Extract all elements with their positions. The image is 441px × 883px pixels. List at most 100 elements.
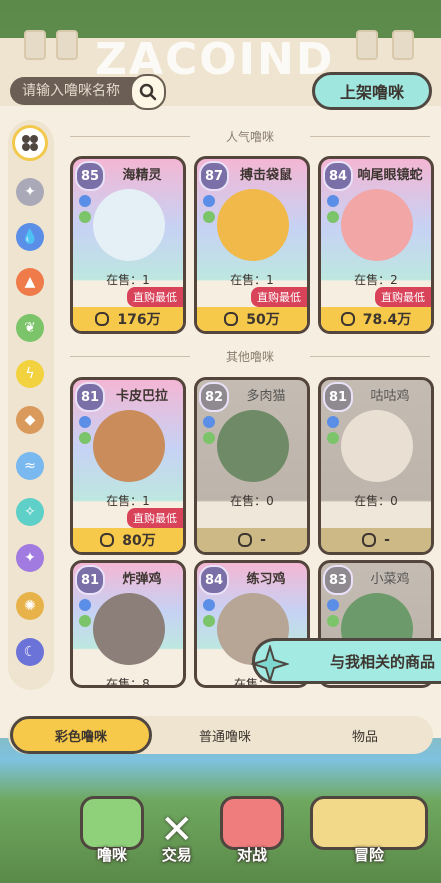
- popular-section-title: 人气噜咪: [70, 128, 430, 145]
- lumi-card[interactable]: 87 搏击袋鼠 在售：1 直购最低 50万: [194, 156, 310, 334]
- tab-color-lumi[interactable]: 彩色噜咪: [10, 716, 152, 754]
- other-section-title: 其他噜咪: [70, 348, 430, 365]
- price-value: 80万: [122, 533, 156, 549]
- filter-all-icon[interactable]: [12, 125, 48, 161]
- element-icon: [327, 599, 339, 611]
- lumi-nav-icon: [80, 796, 144, 850]
- tab-normal-lumi[interactable]: 普通噜咪: [160, 716, 290, 754]
- element-icon: [203, 416, 215, 428]
- element-icon: [203, 615, 215, 627]
- lumi-avatar: [217, 410, 289, 482]
- search-bar[interactable]: [10, 74, 166, 110]
- price-bar: 176万: [73, 307, 183, 331]
- lumi-card[interactable]: 84 响尾眼镜蛇 在售：2 直购最低 78.4万: [318, 156, 434, 334]
- bottom-nav: 噜咪 ✕ 交易 对战 冒险: [0, 788, 441, 883]
- stock-count: 在售：0: [230, 494, 274, 508]
- ice-element-icon[interactable]: ✧: [16, 498, 44, 526]
- level-badge: 82: [199, 382, 229, 412]
- nav-lumi-label: 噜咪: [96, 846, 127, 864]
- dark-element-icon[interactable]: ☾: [16, 638, 44, 666]
- stock-count: 在售：1: [106, 273, 150, 287]
- fire-element-icon[interactable]: ▲: [16, 268, 44, 296]
- element-icon: [203, 599, 215, 611]
- lumi-avatar: [93, 189, 165, 261]
- element-icon: [327, 195, 339, 207]
- lumi-name: 卡皮巴拉: [115, 389, 168, 404]
- element-icon: [79, 599, 91, 611]
- lumi-avatar: [93, 593, 165, 665]
- lumi-card[interactable]: 82 多肉猫 在售：0 -: [194, 377, 310, 555]
- lumi-card[interactable]: 81 咕咕鸡 在售：0 -: [318, 377, 434, 555]
- stock-count: 在售：0: [354, 494, 398, 508]
- lumi-name: 炸弹鸡: [122, 572, 162, 587]
- nav-lumi[interactable]: 噜咪: [80, 796, 144, 865]
- grass-element-icon[interactable]: ❦: [16, 314, 44, 342]
- normal-element-icon[interactable]: ✦: [16, 178, 44, 206]
- price-value: 78.4万: [362, 312, 412, 328]
- price-bar: -: [321, 528, 431, 552]
- list-lumi-button[interactable]: 上架噜咪: [312, 72, 432, 110]
- pin-icon: [56, 30, 78, 60]
- element-icon: [327, 615, 339, 627]
- lumi-card[interactable]: 81 卡皮巴拉 在售：1 直购最低 80万: [70, 377, 186, 555]
- lowest-price-badge: 直购最低: [375, 287, 431, 307]
- lumi-avatar: [341, 189, 413, 261]
- price-value: 50万: [246, 312, 280, 328]
- related-goods-button[interactable]: 与我相关的商品: [251, 638, 441, 684]
- lowest-price-badge: 直购最低: [251, 287, 307, 307]
- electric-element-icon[interactable]: ϟ: [16, 360, 44, 388]
- level-badge: 81: [75, 565, 105, 595]
- magic-element-icon[interactable]: ✦: [16, 544, 44, 572]
- price-value: -: [260, 532, 266, 548]
- lowest-price-badge: 直购最低: [127, 508, 183, 528]
- coin-icon: [224, 312, 239, 326]
- level-badge: 81: [75, 382, 105, 412]
- coin-icon: [100, 533, 115, 547]
- stock-count: 在售：8: [106, 677, 150, 688]
- nav-battle[interactable]: 对战: [220, 796, 284, 865]
- lumi-avatar: [93, 410, 165, 482]
- lumi-name: 海精灵: [122, 168, 162, 183]
- tab-items[interactable]: 物品: [300, 716, 430, 754]
- search-input[interactable]: [20, 82, 134, 100]
- nav-trade-label: 交易: [161, 846, 192, 864]
- level-badge: 84: [323, 161, 353, 191]
- lumi-name: 小菜鸡: [370, 572, 410, 587]
- nav-trade[interactable]: ✕ 交易: [160, 810, 194, 865]
- lumi-card[interactable]: 85 海精灵 在售：1 直购最低 176万: [70, 156, 186, 334]
- stock-count: 在售：2: [354, 273, 398, 287]
- ground-element-icon[interactable]: ◆: [16, 406, 44, 434]
- element-icon: [203, 432, 215, 444]
- level-badge: 81: [323, 382, 353, 412]
- coin-icon: [238, 533, 253, 547]
- level-badge: 84: [199, 565, 229, 595]
- lumi-avatar: [217, 189, 289, 261]
- element-icon: [327, 211, 339, 223]
- level-badge: 87: [199, 161, 229, 191]
- lumi-card[interactable]: 81 炸弹鸡 在售：8: [70, 560, 186, 688]
- level-badge: 85: [75, 161, 105, 191]
- element-icon: [327, 416, 339, 428]
- coin-icon: [362, 533, 377, 547]
- search-button[interactable]: [130, 74, 166, 110]
- lumi-name: 多肉猫: [246, 389, 286, 404]
- element-icon: [79, 432, 91, 444]
- lowest-price-badge: 直购最低: [127, 287, 183, 307]
- level-badge: 83: [323, 565, 353, 595]
- element-icon: [79, 416, 91, 428]
- adventure-icon: [310, 796, 428, 850]
- element-icon: [79, 615, 91, 627]
- element-icon: [327, 432, 339, 444]
- wind-element-icon[interactable]: ≈: [16, 452, 44, 480]
- element-icon: [203, 195, 215, 207]
- price-bar: 50万: [197, 307, 307, 331]
- related-goods-label: 与我相关的商品: [329, 652, 435, 671]
- search-icon: [139, 83, 157, 101]
- price-bar: 80万: [73, 528, 183, 552]
- nav-adventure[interactable]: 冒险: [310, 796, 428, 865]
- light-element-icon[interactable]: ✺: [16, 592, 44, 620]
- price-bar: 78.4万: [321, 307, 431, 331]
- pin-icon: [356, 30, 378, 60]
- water-element-icon[interactable]: 💧: [16, 223, 44, 251]
- lumi-name: 咕咕鸡: [370, 389, 410, 404]
